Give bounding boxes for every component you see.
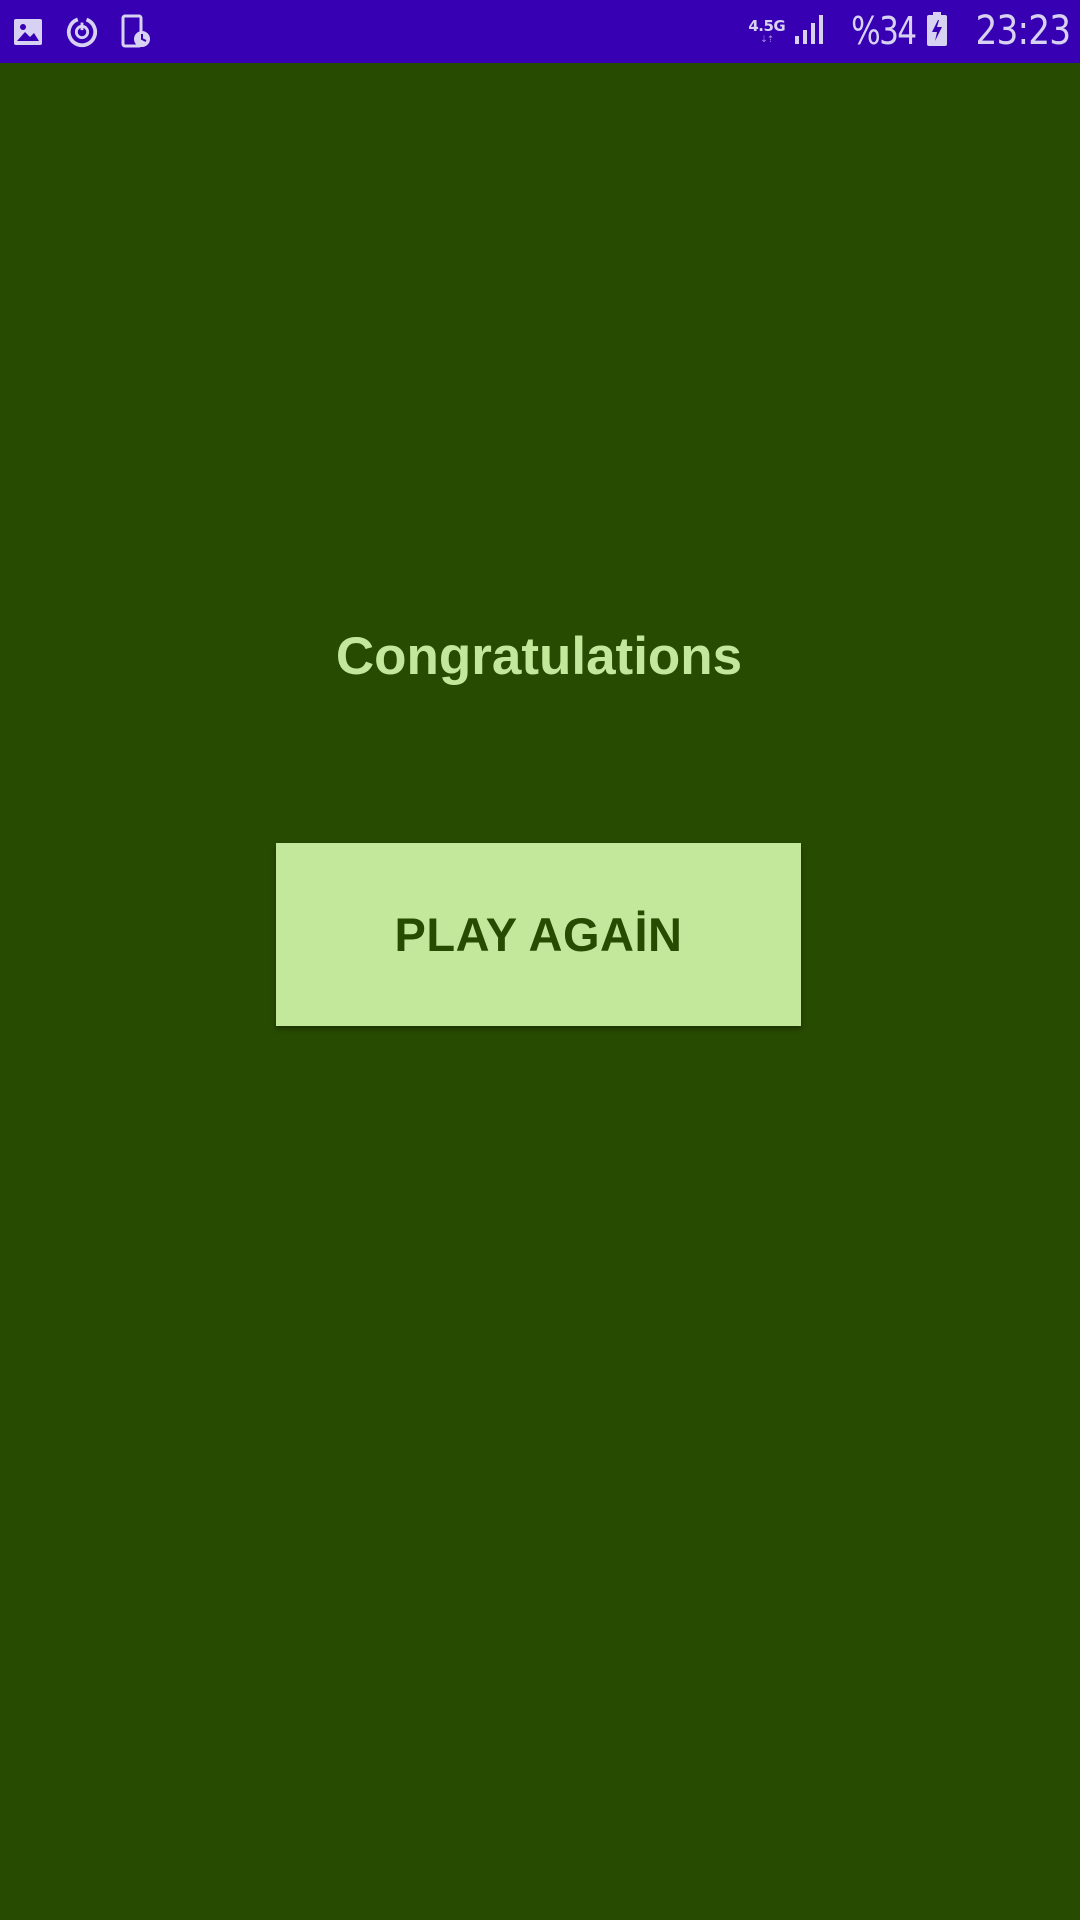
battery-percent: %34 [851, 9, 917, 53]
battery-charging-icon [926, 11, 948, 52]
status-clock: 23:23 [975, 8, 1071, 54]
gallery-icon [11, 15, 45, 49]
network-indicator: 4.5G ⇣⇡ [748, 16, 786, 45]
congratulations-title: Congratulations [335, 627, 743, 686]
status-bar: 4.5G ⇣⇡ %34 23:23 [0, 0, 1080, 63]
data-saver-icon [65, 15, 99, 49]
status-right-icons: 4.5G ⇣⇡ %34 23:23 [748, 0, 1071, 63]
play-again-button[interactable]: PLAY AGAİN [276, 843, 801, 1026]
signal-bars-icon [793, 12, 827, 51]
device-timer-icon [119, 14, 153, 49]
status-left-icons [10, 14, 173, 49]
network-type: 4.5G [748, 16, 786, 35]
data-activity-icon: ⇣⇡ [760, 34, 774, 45]
